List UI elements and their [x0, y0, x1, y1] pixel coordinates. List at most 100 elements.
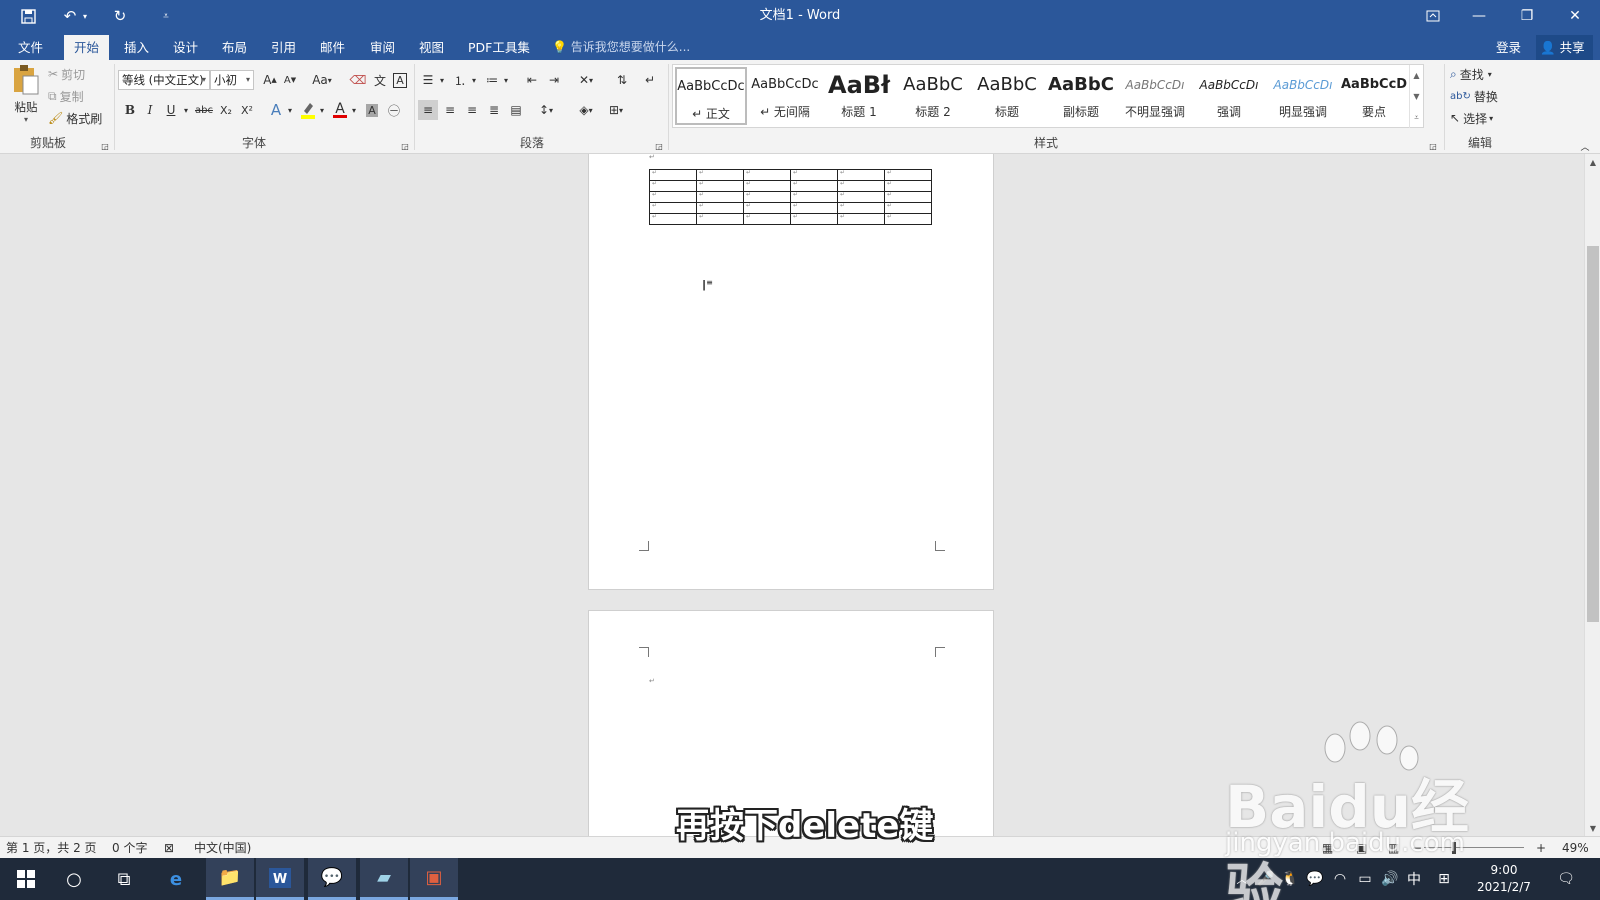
- select-button[interactable]: ↖ 选择 ▾: [1450, 108, 1510, 128]
- word-count-status[interactable]: 0 个字: [112, 837, 147, 859]
- clear-formatting-icon[interactable]: ⌫: [348, 70, 368, 90]
- table-cell[interactable]: ↵: [884, 180, 932, 192]
- table-cell[interactable]: ↵: [884, 202, 932, 214]
- clipboard-launcher-icon[interactable]: ◲: [100, 136, 110, 156]
- find-button[interactable]: ⌕ 查找 ▾: [1450, 64, 1516, 84]
- windows-start-icon[interactable]: [2, 858, 50, 900]
- gallery-up-icon[interactable]: ▲: [1409, 65, 1423, 86]
- scroll-down-icon[interactable]: ▼: [1585, 820, 1600, 836]
- bullets-icon[interactable]: ☰: [418, 70, 438, 90]
- table-cell[interactable]: ↵: [790, 180, 838, 192]
- zoom-in-icon[interactable]: +: [1536, 837, 1546, 859]
- style-intense-emphasis[interactable]: AaBbCcDı 明显强调: [1267, 67, 1339, 125]
- tab-design[interactable]: 设计: [163, 35, 208, 60]
- style-emphasis[interactable]: AaBbCcDı 强调: [1193, 67, 1265, 125]
- table-cell[interactable]: ↵: [790, 191, 838, 203]
- table-cell[interactable]: ↵: [649, 180, 697, 192]
- file-explorer-icon[interactable]: 📁: [206, 858, 254, 900]
- tab-mailings[interactable]: 邮件: [310, 35, 355, 60]
- style-title[interactable]: AaBbC 标题: [971, 67, 1043, 125]
- font-color-button[interactable]: A: [330, 100, 350, 120]
- font-size-combo[interactable]: 小初 ▾: [210, 70, 254, 90]
- table-cell[interactable]: ↵: [696, 213, 744, 225]
- tab-insert[interactable]: 插入: [114, 35, 159, 60]
- table-cell[interactable]: ↵: [649, 191, 697, 203]
- wechat-icon[interactable]: 💬: [308, 858, 356, 900]
- style-heading-1[interactable]: AaBł 标题 1: [823, 67, 895, 125]
- tab-pdf-tools[interactable]: PDF工具集: [458, 35, 540, 60]
- justify-icon[interactable]: ≣: [484, 100, 504, 120]
- table-cell[interactable]: ↵: [884, 213, 932, 225]
- character-border-icon[interactable]: A: [390, 70, 410, 90]
- screen-recorder-icon[interactable]: ▣: [410, 858, 458, 900]
- table-cell[interactable]: ↵: [696, 169, 744, 181]
- table-cell[interactable]: ↵: [837, 169, 885, 181]
- table-cell[interactable]: ↵: [837, 202, 885, 214]
- tab-review[interactable]: 审阅: [360, 35, 405, 60]
- table-cell[interactable]: ↵: [743, 202, 791, 214]
- paste-button[interactable]: 粘贴 ▾: [8, 64, 44, 128]
- tab-layout[interactable]: 布局: [212, 35, 257, 60]
- notification-center-icon[interactable]: 🗨: [1554, 858, 1578, 900]
- line-spacing-icon[interactable]: ↕ ▾: [534, 100, 558, 120]
- increase-indent-icon[interactable]: ⇥: [544, 70, 564, 90]
- table-cell[interactable]: ↵: [649, 202, 697, 214]
- table-cell[interactable]: ↵: [649, 213, 697, 225]
- close-button[interactable]: ✕: [1552, 0, 1598, 32]
- scrollbar-thumb[interactable]: [1587, 246, 1599, 622]
- styles-launcher-icon[interactable]: ◲: [1428, 136, 1438, 156]
- subscript-button[interactable]: X₂: [216, 100, 236, 120]
- style-heading-2[interactable]: AaBbC 标题 2: [897, 67, 969, 125]
- page-count-status[interactable]: 第 1 页，共 2 页: [6, 837, 97, 859]
- tab-references[interactable]: 引用: [261, 35, 306, 60]
- chinese-layout-icon[interactable]: ✕ ▾: [574, 70, 598, 90]
- gallery-down-icon[interactable]: ▼: [1409, 86, 1423, 107]
- multilevel-list-icon[interactable]: ≔: [482, 70, 502, 90]
- collapse-ribbon-icon[interactable]: ︿: [1578, 136, 1592, 156]
- sort-icon[interactable]: ⇅: [612, 70, 632, 90]
- align-center-icon[interactable]: ≡: [440, 100, 460, 120]
- superscript-button[interactable]: X²: [237, 100, 257, 120]
- scroll-up-icon[interactable]: ▲: [1585, 154, 1600, 170]
- table-cell[interactable]: ↵: [790, 169, 838, 181]
- table-cell[interactable]: ↵: [743, 180, 791, 192]
- decrease-indent-icon[interactable]: ⇤: [522, 70, 542, 90]
- italic-button[interactable]: I: [140, 100, 160, 120]
- text-effects-dropdown-icon[interactable]: ▾: [286, 100, 294, 120]
- text-effects-button[interactable]: A: [266, 100, 286, 120]
- grow-font-icon[interactable]: A ▲: [260, 70, 280, 90]
- edge-browser-icon[interactable]: e: [152, 858, 200, 900]
- language-status[interactable]: 中文(中国): [194, 837, 251, 859]
- shading-icon[interactable]: ◈ ▾: [574, 100, 598, 120]
- strikethrough-button[interactable]: abc: [193, 100, 215, 120]
- tab-view[interactable]: 视图: [409, 35, 454, 60]
- table-cell[interactable]: ↵: [884, 191, 932, 203]
- align-left-icon[interactable]: ≡: [418, 100, 438, 120]
- table-cell[interactable]: ↵: [696, 202, 744, 214]
- minimize-button[interactable]: —: [1456, 0, 1502, 32]
- page-1[interactable]: ↵ ↵ ↵ ↵ ↵ ↵ ↵ ↵ ↵ ↵ ↵ ↵ ↵ ↵ ↵ ↵ ↵ ↵ ↵ ↵ ↵ ↵ ↵ ↵ ↵ ↵ ↵ ↵ ↵ ↵ ↵: [588, 154, 994, 590]
- document-table[interactable]: ↵ ↵ ↵ ↵ ↵ ↵ ↵ ↵ ↵ ↵ ↵ ↵ ↵ ↵ ↵ ↵ ↵ ↵ ↵ ↵ ↵ ↵ ↵ ↵ ↵ ↵ ↵ ↵ ↵ ↵: [649, 169, 932, 225]
- table-cell[interactable]: ↵: [790, 213, 838, 225]
- character-shading-button[interactable]: A: [362, 100, 382, 120]
- tell-me-search[interactable]: 💡 告诉我您想要做什么...: [552, 35, 690, 60]
- styles-gallery[interactable]: AaBbCcDc ↵ 正文 AaBbCcDc ↵ 无间隔 AaBł 标题 1 A…: [672, 64, 1424, 128]
- distributed-icon[interactable]: ▤: [506, 100, 526, 120]
- multilevel-dropdown-icon[interactable]: ▾: [502, 70, 510, 90]
- phonetic-guide-icon[interactable]: 文: [370, 70, 390, 90]
- table-cell[interactable]: ↵: [649, 169, 697, 181]
- table-cell[interactable]: ↵: [884, 169, 932, 181]
- table-cell[interactable]: ↵: [837, 180, 885, 192]
- align-right-icon[interactable]: ≡: [462, 100, 482, 120]
- style-subtle-emphasis[interactable]: AaBbCcDı 不明显强调: [1119, 67, 1191, 125]
- table-cell[interactable]: ↵: [790, 202, 838, 214]
- numbering-icon[interactable]: ⒈: [450, 70, 470, 90]
- table-cell[interactable]: ↵: [743, 213, 791, 225]
- ribbon-display-options-icon[interactable]: [1410, 0, 1456, 32]
- borders-icon[interactable]: ⊞ ▾: [604, 100, 628, 120]
- style-subtitle[interactable]: AaBbC 副标题: [1045, 67, 1117, 125]
- gallery-more-icon[interactable]: ⩡: [1409, 107, 1423, 128]
- numbering-dropdown-icon[interactable]: ▾: [470, 70, 478, 90]
- table-cell[interactable]: ↵: [696, 180, 744, 192]
- highlight-dropdown-icon[interactable]: ▾: [318, 100, 326, 120]
